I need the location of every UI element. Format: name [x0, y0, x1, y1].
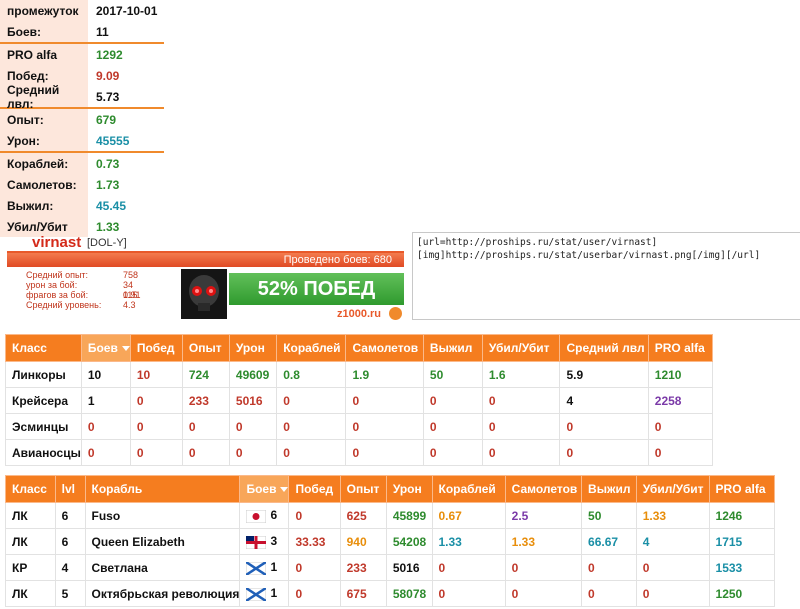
ship-name[interactable]: Светлана [84, 554, 241, 581]
ussr-naval-flag-icon [245, 586, 268, 602]
userbar-win-rate: 52% ПОБЕД [229, 273, 404, 305]
ship-stats-table: Класс lvl Корабль Боев Побед Опыт Урон К… [5, 475, 776, 607]
stat-survived: Выжил: 45.45 [0, 195, 164, 216]
col-header-ships[interactable]: Кораблей [431, 475, 506, 503]
col-header-avg-level[interactable]: Средний лвл [559, 334, 649, 362]
table-row: Авианосцы 0 0 0 0 0 0 0 0 0 0 [5, 439, 714, 466]
stats-panel: промежуток 2017-10-01 Боев: 11 PRO alfa … [0, 0, 164, 237]
class-stats-table: Класс Боев Побед Опыт Урон Кораблей Само… [5, 334, 714, 466]
sort-desc-icon [280, 487, 289, 493]
ship-name[interactable]: Октябрьская революция [84, 580, 241, 607]
col-header-ships[interactable]: Кораблей [276, 334, 347, 362]
userbar-site-label: z1000.ru [337, 308, 382, 320]
col-header-damage[interactable]: Урон [385, 475, 433, 503]
table-row: ЛК 6 Queen Elizabeth 3 33.33 940 54208 1… [5, 528, 776, 555]
uk-naval-flag-icon [245, 535, 267, 550]
col-header-battles[interactable]: Боев [80, 334, 131, 362]
userbar-player-name: virnast [32, 234, 82, 251]
col-header-planes[interactable]: Самолетов [345, 334, 424, 362]
site-logo-icon [389, 307, 402, 320]
stat-pro-alfa: PRO alfa 1292 [0, 44, 164, 65]
userbar-image[interactable]: virnast [DOL-Y] Проведено боев: 680 Сред… [7, 232, 404, 322]
table-row: ЛК 6 Fuso 6 0 625 45899 0.67 2.5 50 1.33… [5, 502, 776, 529]
col-header-exp[interactable]: Опыт [181, 334, 230, 362]
table-row: Линкоры 10 10 724 49609 0.8 1.9 50 1.6 5… [5, 361, 714, 388]
col-header-class[interactable]: Класс [5, 475, 56, 503]
stat-avg-level: Средний лвл: 5.73 [0, 83, 164, 111]
bbcode-textbox[interactable]: [url=http://proships.ru/stat/user/virnas… [412, 232, 800, 320]
ussr-naval-flag-icon [245, 560, 268, 576]
col-header-exp[interactable]: Опыт [339, 475, 387, 503]
table-header-row: Класс lvl Корабль Боев Побед Опыт Урон К… [5, 475, 776, 503]
col-header-survived[interactable]: Выжил [422, 334, 483, 362]
col-header-level[interactable]: lvl [54, 475, 86, 503]
col-header-pro-alfa[interactable]: PRO alfa [708, 475, 776, 503]
col-header-class[interactable]: Класс [5, 334, 82, 362]
col-header-pro-alfa[interactable]: PRO alfa [647, 334, 714, 362]
stat-period: промежуток 2017-10-01 [0, 0, 164, 21]
table-row: Эсминцы 0 0 0 0 0 0 0 0 0 0 [5, 413, 714, 440]
stat-battles: Боев: 11 [0, 21, 164, 42]
japan-flag-icon [245, 509, 267, 524]
table-header-row: Класс Боев Побед Опыт Урон Кораблей Само… [5, 334, 714, 362]
ship-name[interactable]: Fuso [84, 502, 241, 529]
table-row: КР 4 Светлана 1 0 233 5016 0 0 0 0 1533 [5, 554, 776, 581]
stat-damage: Урон: 45555 [0, 130, 164, 151]
stat-planes: Самолетов: 1.73 [0, 174, 164, 195]
col-header-ship[interactable]: Корабль [84, 475, 241, 503]
userbar-clan-tag: [DOL-Y] [87, 237, 127, 249]
col-header-kd[interactable]: Убил/Убит [481, 334, 561, 362]
skull-icon [181, 269, 227, 319]
userbar-body: Средний опыт: 758 урон за бой: 34 115 фраг… [7, 267, 404, 322]
table-row: Крейсера 1 0 233 5016 0 0 0 0 4 2258 [5, 387, 714, 414]
col-header-planes[interactable]: Самолетов [504, 475, 583, 503]
col-header-wins[interactable]: Побед [288, 475, 341, 503]
col-header-wins[interactable]: Побед [129, 334, 183, 362]
stat-exp: Опыт: 679 [0, 109, 164, 130]
col-header-kd[interactable]: Убил/Убит [635, 475, 710, 503]
table-row: ЛК 5 Октябрьская революция 1 0 675 58078… [5, 580, 776, 607]
userbar-battles-bar: Проведено боев: 680 [7, 253, 404, 267]
stat-ships: Кораблей: 0.73 [0, 153, 164, 174]
ship-name[interactable]: Queen Elizabeth [84, 528, 241, 555]
sort-desc-icon [121, 346, 130, 352]
col-header-damage[interactable]: Урон [228, 334, 278, 362]
col-header-survived[interactable]: Выжил [581, 475, 637, 503]
col-header-battles[interactable]: Боев [239, 475, 290, 503]
